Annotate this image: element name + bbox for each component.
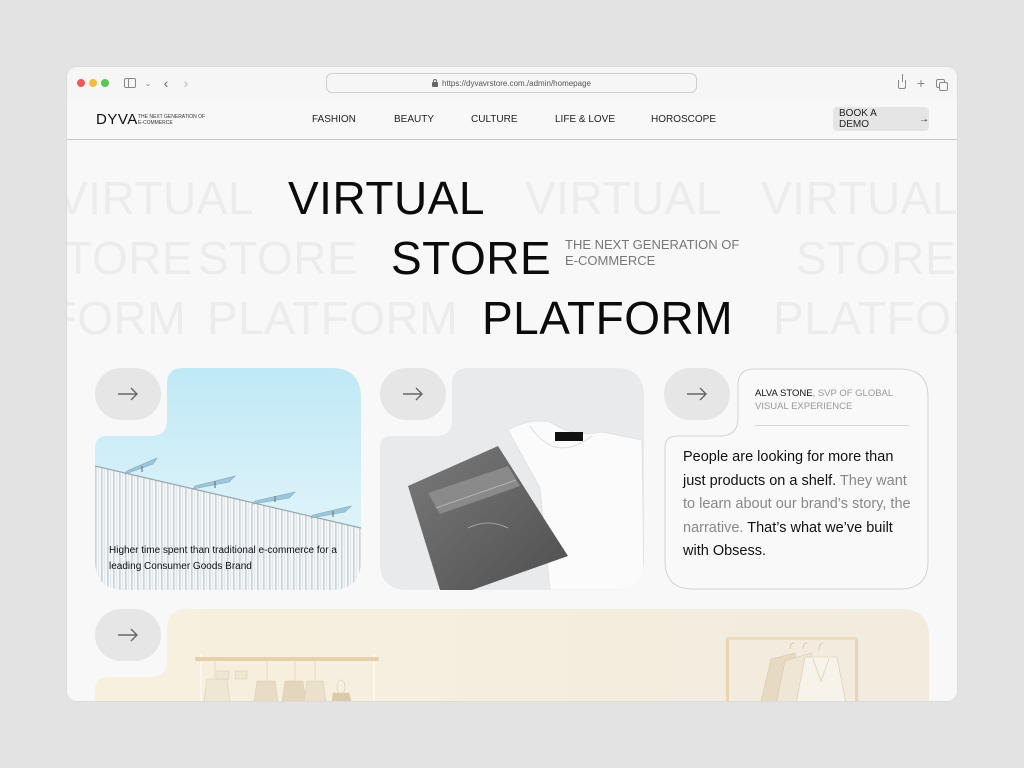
forward-icon[interactable]: › — [181, 75, 191, 91]
sidebar-icon[interactable] — [123, 75, 137, 91]
hero-bg-word: VIRTUAL — [761, 172, 957, 224]
store-card-arrow-button[interactable] — [95, 609, 161, 661]
store-card[interactable] — [95, 609, 929, 701]
back-icon[interactable]: ‹ — [161, 75, 171, 91]
nav-life-love[interactable]: LIFE & LOVE — [555, 114, 615, 125]
browser-toolbar: ⌄ ‹ › https://dyvavrstore.com./admin/hom… — [67, 67, 957, 99]
tabs-overview-icon[interactable] — [934, 75, 948, 91]
browser-window: ⌄ ‹ › https://dyvavrstore.com./admin/hom… — [67, 67, 957, 701]
hero-subtitle-line2: E-COMMERCE — [565, 253, 656, 268]
product-card-arrow-button[interactable] — [380, 368, 446, 420]
hero-subtitle: THE NEXT GENERATION OF E-COMMERCE — [565, 237, 739, 269]
arrow-right-icon — [687, 387, 707, 401]
arrow-right-icon — [118, 628, 138, 642]
arrow-right-icon — [118, 387, 138, 401]
book-demo-button[interactable]: BOOK A DEMO → — [833, 107, 929, 131]
new-tab-icon[interactable]: + — [916, 75, 926, 91]
minimize-window-button[interactable] — [89, 79, 97, 87]
arrow-right-icon: → — [919, 113, 929, 125]
hero-bg-word: STORE — [67, 232, 194, 284]
hero-title-line2: STORE — [391, 232, 552, 284]
hero: VIRTUAL VIRTUAL VIRTUAL STORE STORE STOR… — [67, 141, 957, 351]
hero-bg-word: VIRTUAL — [525, 172, 722, 224]
nav-horoscope[interactable]: HOROSCOPE — [651, 114, 716, 125]
hero-bg-word: STORE — [796, 232, 957, 284]
book-demo-label: BOOK A DEMO — [839, 108, 877, 130]
address-bar[interactable]: https://dyvavrstore.com./admin/homepage — [326, 73, 697, 93]
hero-bg-word: PLATFORM — [207, 292, 459, 344]
hero-bg-word: PLATFORM — [67, 292, 187, 344]
stat-card-arrow-button[interactable] — [95, 368, 161, 420]
quote-text: People are looking for more than just pr… — [683, 446, 913, 564]
lock-icon — [432, 78, 439, 87]
hero-title-line1: VIRTUAL — [288, 172, 485, 224]
quote-author-name: ALVA STONE — [755, 388, 813, 399]
share-icon[interactable] — [897, 74, 907, 91]
maximize-window-button[interactable] — [101, 79, 109, 87]
stat-card-caption: Higher time spent than traditional e-com… — [109, 545, 337, 572]
nav-culture[interactable]: CULTURE — [471, 114, 517, 125]
hero-subtitle-line1: THE NEXT GENERATION OF — [565, 237, 740, 252]
url-text: https://dyvavrstore.com./admin/homepage — [442, 78, 591, 88]
quote-card-arrow-button[interactable] — [664, 368, 730, 420]
arrow-right-icon — [403, 387, 423, 401]
hero-bg-word: VIRTUAL — [67, 172, 254, 224]
close-window-button[interactable] — [77, 79, 85, 87]
site-header: DYVA THE NEXT GENERATION OF E-COMMERCE F… — [67, 99, 957, 140]
quote-divider — [755, 425, 909, 426]
nav-beauty[interactable]: BEAUTY — [394, 114, 434, 125]
quote-author: ALVA STONE, SVP OF GLOBAL VISUAL EXPERIE… — [755, 387, 915, 413]
hero-bg-word: PLATFORM — [773, 292, 957, 344]
hero-bg-word: STORE — [198, 232, 359, 284]
nav-fashion[interactable]: FASHION — [312, 114, 356, 125]
clothing-racks-image — [95, 609, 929, 701]
chevron-down-icon[interactable]: ⌄ — [144, 75, 152, 91]
hero-title-line3: PLATFORM — [482, 292, 734, 344]
main-nav: FASHION BEAUTY CULTURE LIFE & LOVE HOROS… — [67, 99, 957, 140]
